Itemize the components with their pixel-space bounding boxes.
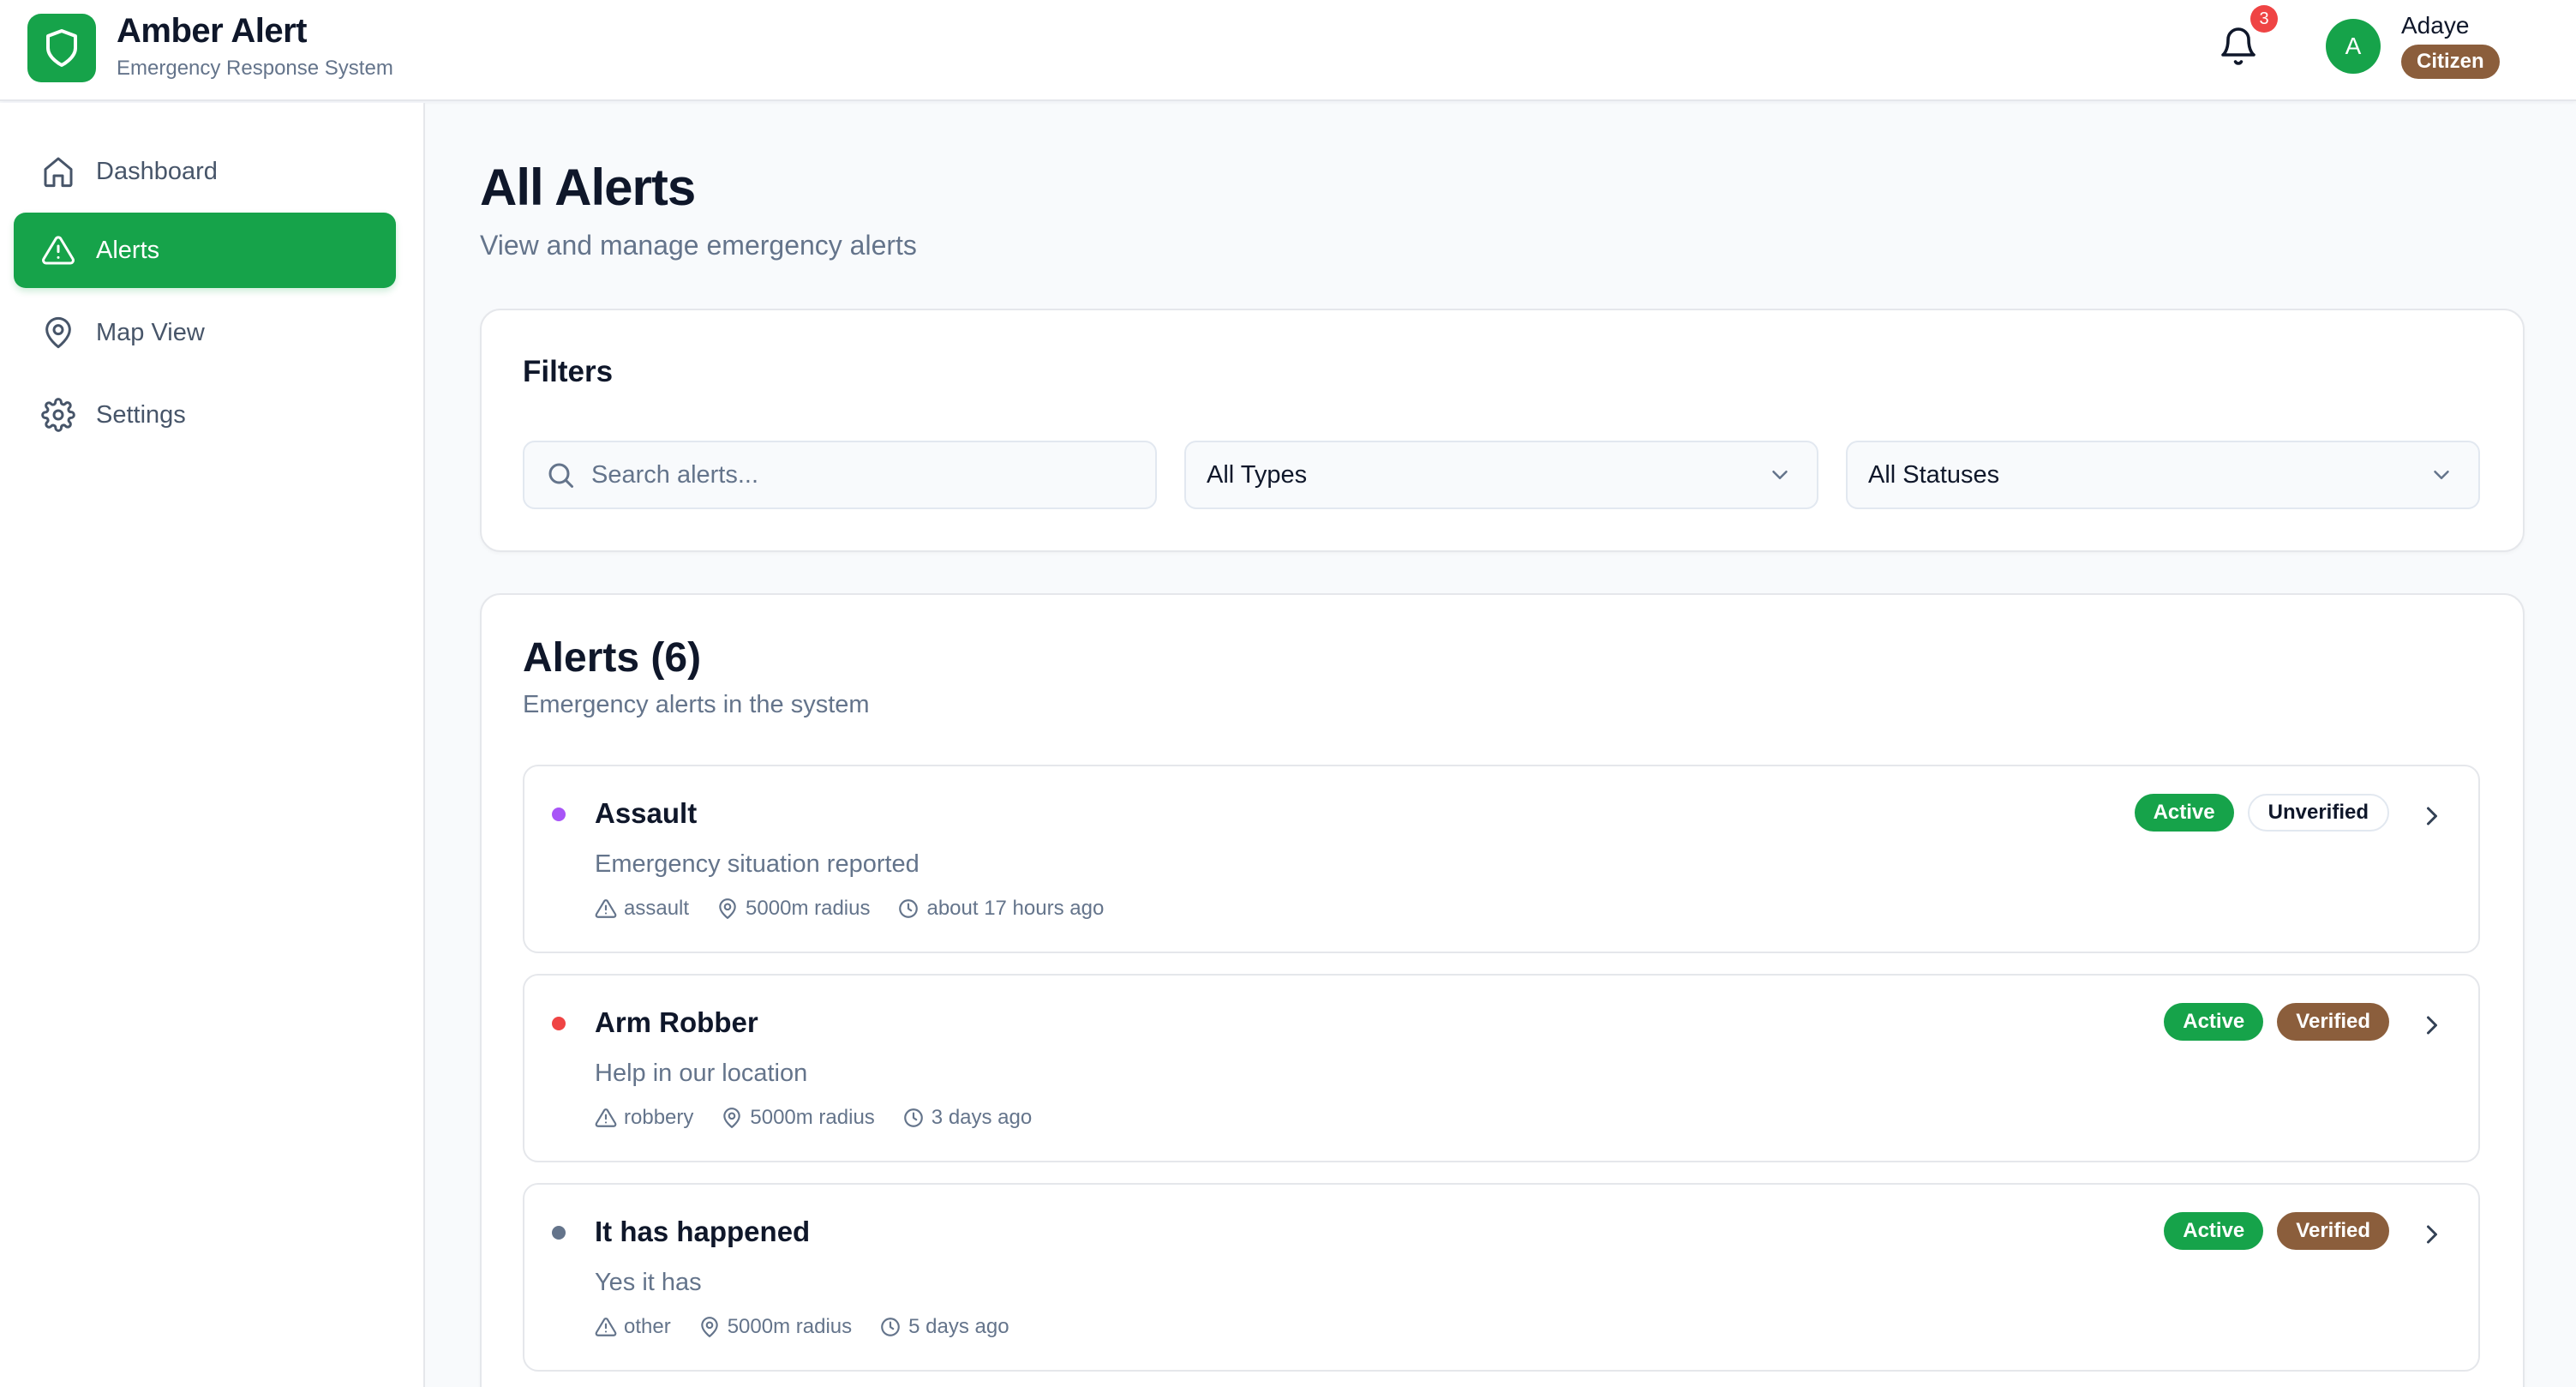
- status-badge: Active: [2164, 1003, 2264, 1041]
- shield-icon: [27, 14, 96, 82]
- alert-triangle-icon: [41, 233, 75, 267]
- map-pin-icon: [721, 1107, 743, 1129]
- alert-type: robbery: [624, 1106, 694, 1129]
- top-header: Amber Alert Emergency Response System 3 …: [0, 0, 2576, 101]
- app-subtitle: Emergency Response System: [117, 57, 393, 80]
- page-title: All Alerts: [480, 159, 696, 216]
- alert-title: It has happened: [595, 1216, 811, 1247]
- alert-type-dot: [552, 808, 566, 821]
- alert-description: Yes it has: [595, 1269, 702, 1296]
- filters-card: Filters Search alerts... All Types All S…: [480, 309, 2525, 552]
- chevron-right-icon[interactable]: [2417, 1010, 2447, 1041]
- map-pin-icon: [41, 315, 75, 350]
- alert-triangle-icon: [595, 1316, 617, 1338]
- type-select-value: All Types: [1207, 460, 1308, 489]
- chevron-right-icon[interactable]: [2417, 1219, 2447, 1250]
- alert-description: Emergency situation reported: [595, 850, 920, 878]
- home-icon: [41, 154, 75, 189]
- sidebar-item-label: Dashboard: [96, 157, 218, 185]
- alert-type: assault: [624, 897, 690, 920]
- sidebar-item-label: Map View: [96, 318, 205, 346]
- alert-meta: robbery 5000m radius 3 days ago: [595, 1106, 1059, 1130]
- alert-radius: 5000m radius: [750, 1106, 875, 1129]
- alert-badges: Active Unverified: [2134, 794, 2389, 832]
- avatar[interactable]: A: [2326, 19, 2381, 74]
- alert-triangle-icon: [595, 1107, 617, 1129]
- alert-title: Arm Robber: [595, 1006, 758, 1038]
- notification-count-badge: 3: [2250, 5, 2278, 33]
- chevron-down-icon: [1767, 462, 1793, 488]
- alert-title: Assault: [595, 797, 698, 829]
- alert-badges: Active Verified: [2164, 1212, 2389, 1250]
- alerts-card: Alerts (6) Emergency alerts in the syste…: [480, 593, 2525, 1387]
- status-badge: Active: [2134, 794, 2234, 832]
- search-placeholder: Search alerts...: [591, 460, 759, 489]
- sidebar-item-alerts[interactable]: Alerts: [14, 213, 396, 288]
- alert-meta: assault 5000m radius about 17 hours ago: [595, 897, 1131, 921]
- alert-triangle-icon: [595, 898, 617, 920]
- status-select[interactable]: All Statuses: [1846, 441, 2480, 509]
- alert-radius: 5000m radius: [746, 897, 871, 920]
- clock-icon: [902, 1107, 925, 1129]
- alert-time: 3 days ago: [931, 1106, 1033, 1129]
- alert-radius: 5000m radius: [727, 1315, 853, 1338]
- verification-badge: Verified: [2277, 1003, 2389, 1041]
- alert-type: other: [624, 1315, 671, 1338]
- chevron-down-icon: [2429, 462, 2454, 488]
- sidebar-item-label: Settings: [96, 400, 186, 429]
- alert-type-dot: [552, 1226, 566, 1240]
- map-pin-icon: [716, 898, 739, 920]
- role-badge: Citizen: [2401, 45, 2500, 79]
- type-select[interactable]: All Types: [1184, 441, 1818, 509]
- alert-badges: Active Verified: [2164, 1003, 2389, 1041]
- sidebar: Dashboard Alerts Map View Settings: [0, 103, 425, 1387]
- user-name: Adaye: [2401, 12, 2470, 39]
- sidebar-item-settings[interactable]: Settings: [14, 377, 396, 453]
- verification-badge: Verified: [2277, 1212, 2389, 1250]
- alert-meta: other 5000m radius 5 days ago: [595, 1315, 1037, 1339]
- status-badge: Active: [2164, 1212, 2264, 1250]
- filters-title: Filters: [523, 355, 614, 388]
- search-input[interactable]: Search alerts...: [523, 441, 1157, 509]
- verification-badge: Unverified: [2247, 794, 2389, 832]
- alert-list-item[interactable]: Assault Emergency situation reported ass…: [523, 765, 2480, 953]
- bell-icon[interactable]: [2218, 26, 2259, 67]
- alert-list-item[interactable]: It has happened Yes it has other 5000m r…: [523, 1183, 2480, 1372]
- status-select-value: All Statuses: [1868, 460, 2000, 489]
- alert-time: about 17 hours ago: [926, 897, 1105, 920]
- sidebar-item-label: Alerts: [96, 236, 160, 264]
- alert-time: 5 days ago: [908, 1315, 1009, 1338]
- alert-description: Help in our location: [595, 1060, 808, 1087]
- alerts-subtitle: Emergency alerts in the system: [523, 691, 870, 718]
- clock-icon: [879, 1316, 902, 1338]
- page-subtitle: View and manage emergency alerts: [480, 230, 917, 261]
- gear-icon: [41, 398, 75, 432]
- sidebar-item-map-view[interactable]: Map View: [14, 295, 396, 370]
- alert-list-item[interactable]: Arm Robber Help in our location robbery …: [523, 974, 2480, 1162]
- search-icon: [545, 459, 576, 490]
- app-title: Amber Alert: [117, 12, 307, 50]
- map-pin-icon: [698, 1316, 721, 1338]
- clock-icon: [897, 898, 920, 920]
- alerts-title: Alerts (6): [523, 635, 702, 681]
- alert-type-dot: [552, 1017, 566, 1030]
- chevron-right-icon[interactable]: [2417, 801, 2447, 832]
- sidebar-item-dashboard[interactable]: Dashboard: [14, 134, 396, 209]
